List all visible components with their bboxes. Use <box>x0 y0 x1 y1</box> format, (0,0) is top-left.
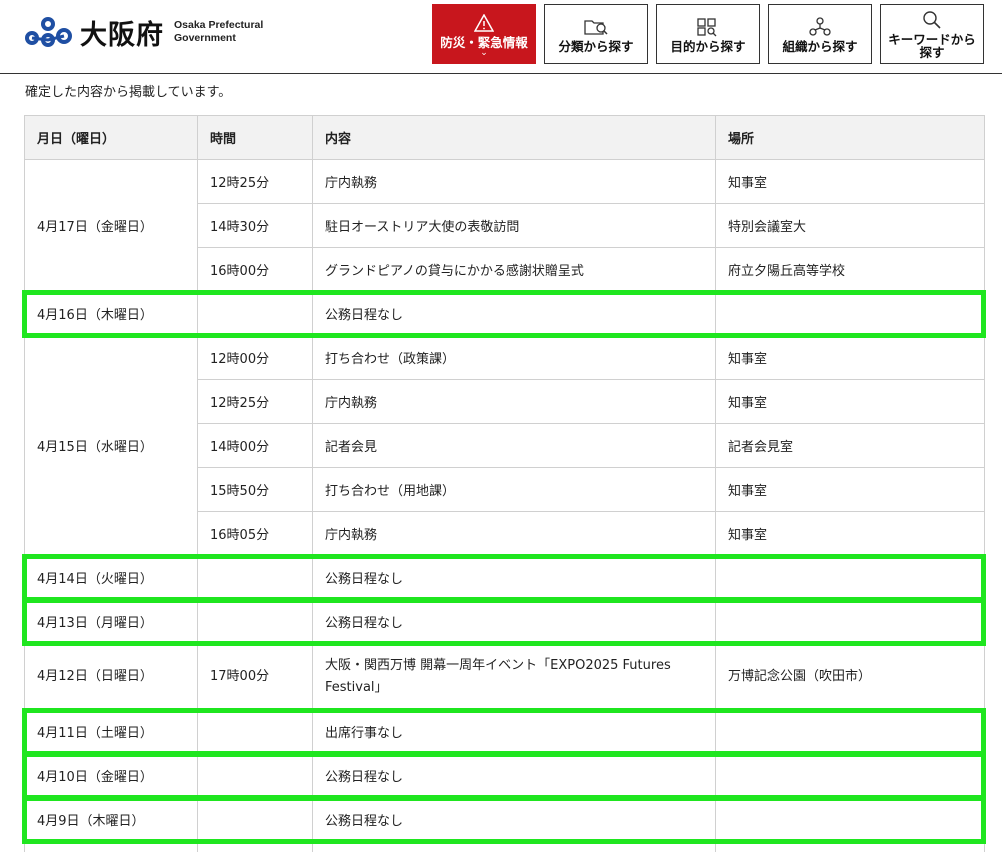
time-cell <box>197 797 313 842</box>
table-row: 4月11日（土曜日） 出席行事なし <box>24 709 985 754</box>
logo-text-jp: 大阪府 <box>80 19 164 51</box>
place-cell <box>715 753 985 798</box>
content-cell: 駐日オーストリア大使の表敬訪問 <box>312 203 716 248</box>
content-cell: 庁内執務 <box>312 379 716 424</box>
warning-icon <box>474 12 494 34</box>
place-cell: 特別会議室大 <box>715 203 985 248</box>
org-icon <box>808 16 832 38</box>
place-cell: 記者会見室 <box>715 423 985 468</box>
time-cell: 12時00分 <box>197 335 313 380</box>
place-cell <box>715 599 985 644</box>
search-icon <box>922 9 942 31</box>
content-cell: 公務日程なし <box>312 753 716 798</box>
schedule-table: 月日（曜日） 時間 内容 場所 4月17日（金曜日） 12時25分 庁内執務 知事室 1… <box>24 115 985 852</box>
content-cell: 庁内執務 <box>312 511 716 556</box>
place-cell: 万博記念公園（吹田市） <box>715 643 985 710</box>
browse-by-purpose-button[interactable]: 目的から探す <box>656 4 760 64</box>
time-cell <box>197 291 313 336</box>
time-cell: 16時00分 <box>197 247 313 292</box>
time-cell: 15時50分 <box>197 467 313 512</box>
content-cell: 公務日程なし <box>312 555 716 600</box>
place-cell <box>715 709 985 754</box>
content-cell: 打ち合わせ（政策課） <box>312 335 716 380</box>
date-cell: 4月10日（金曜日） <box>24 753 198 798</box>
site-header: 大阪府 Osaka Prefectural Government 防災・緊急情報… <box>0 0 1002 74</box>
content-cell: 大阪・関西万博 開幕一周年イベント「EXPO2025 Futures Festi… <box>312 643 716 710</box>
time-cell <box>197 841 313 852</box>
time-cell: 16時05分 <box>197 511 313 556</box>
date-cell: 4月14日（火曜日） <box>24 555 198 600</box>
column-header-content: 内容 <box>312 115 716 160</box>
table-row: 4月13日（月曜日） 公務日程なし <box>24 599 985 644</box>
place-cell: 府立夕陽丘高等学校 <box>715 247 985 292</box>
date-cell: 4月17日（金曜日） <box>24 159 198 292</box>
column-header-place: 場所 <box>715 115 985 160</box>
content-cell: 公務日程なし <box>312 797 716 842</box>
time-cell: 14時00分 <box>197 423 313 468</box>
schedule-table-body: 4月17日（金曜日） 12時25分 庁内執務 知事室 14時30分 駐日オーストリア大使の… <box>24 159 985 852</box>
grid-search-icon <box>696 16 720 38</box>
table-row: 4月16日（木曜日） 公務日程なし <box>24 291 985 336</box>
content-cell: 打ち合わせ（用地課） <box>312 467 716 512</box>
place-cell: 知事室 <box>715 511 985 556</box>
date-cell: 4月12日（日曜日） <box>24 643 198 710</box>
logo-text-en: Osaka Prefectural Government <box>174 19 264 44</box>
place-cell <box>715 797 985 842</box>
place-cell <box>715 291 985 336</box>
place-cell: 知事室 <box>715 467 985 512</box>
time-cell: 14時30分 <box>197 203 313 248</box>
time-cell: 12時25分 <box>197 159 313 204</box>
table-row: 4月15日（水曜日） 12時00分 打ち合わせ（政策課） 知事室 <box>24 335 985 556</box>
emergency-info-button[interactable]: 防災・緊急情報 ⌄ <box>432 4 536 64</box>
chevron-down-icon: ⌄ <box>480 47 488 58</box>
time-cell: 12時25分 <box>197 379 313 424</box>
intro-text: 確定した内容から掲載しています。 <box>25 85 232 100</box>
time-cell: 17時00分 <box>197 643 313 710</box>
content-cell: 庁内執務 <box>312 159 716 204</box>
content-cell: 公務日程なし <box>312 599 716 644</box>
column-header-date: 月日（曜日） <box>24 115 198 160</box>
time-cell <box>197 555 313 600</box>
time-cell <box>197 709 313 754</box>
place-cell <box>715 841 985 852</box>
table-row: 4月12日（日曜日） 17時00分 大阪・関西万博 開幕一周年イベント「EXPO20… <box>24 643 985 710</box>
place-cell: 知事室 <box>715 379 985 424</box>
time-cell <box>197 753 313 798</box>
place-cell: 知事室 <box>715 159 985 204</box>
place-cell: 知事室 <box>715 335 985 380</box>
time-cell <box>197 599 313 644</box>
column-header-time: 時間 <box>197 115 313 160</box>
browse-by-organization-button[interactable]: 組織から探す <box>768 4 872 64</box>
content-cell: 出席行事なし <box>312 709 716 754</box>
date-cell: 4月16日（木曜日） <box>24 291 198 336</box>
osaka-logo-mark-icon <box>24 14 74 50</box>
date-cell: 4月13日（月曜日） <box>24 599 198 644</box>
content-cell <box>312 841 716 852</box>
content-cell: グランドピアノの貸与にかかる感謝状贈呈式 <box>312 247 716 292</box>
date-cell: 4月15日（水曜日） <box>24 335 198 556</box>
folder-search-icon <box>583 16 609 38</box>
table-row: 4月14日（火曜日） 公務日程なし <box>24 555 985 600</box>
table-header-row: 月日（曜日） 時間 内容 場所 <box>24 115 985 160</box>
site-logo[interactable]: 大阪府 Osaka Prefectural Government <box>24 14 264 51</box>
browse-by-category-button[interactable]: 分類から探す <box>544 4 648 64</box>
place-cell <box>715 555 985 600</box>
date-cell: 4月9日（木曜日） <box>24 797 198 842</box>
date-cell: 4月11日（土曜日） <box>24 709 198 754</box>
date-cell <box>24 841 198 852</box>
table-row: 4月10日（金曜日） 公務日程なし <box>24 753 985 798</box>
content-cell: 記者会見 <box>312 423 716 468</box>
content-cell: 公務日程なし <box>312 291 716 336</box>
keyword-search-button[interactable]: キーワードから探す <box>880 4 984 64</box>
table-row <box>24 841 985 852</box>
table-row: 4月9日（木曜日） 公務日程なし <box>24 797 985 842</box>
table-row: 4月17日（金曜日） 12時25分 庁内執務 知事室 <box>24 159 985 292</box>
